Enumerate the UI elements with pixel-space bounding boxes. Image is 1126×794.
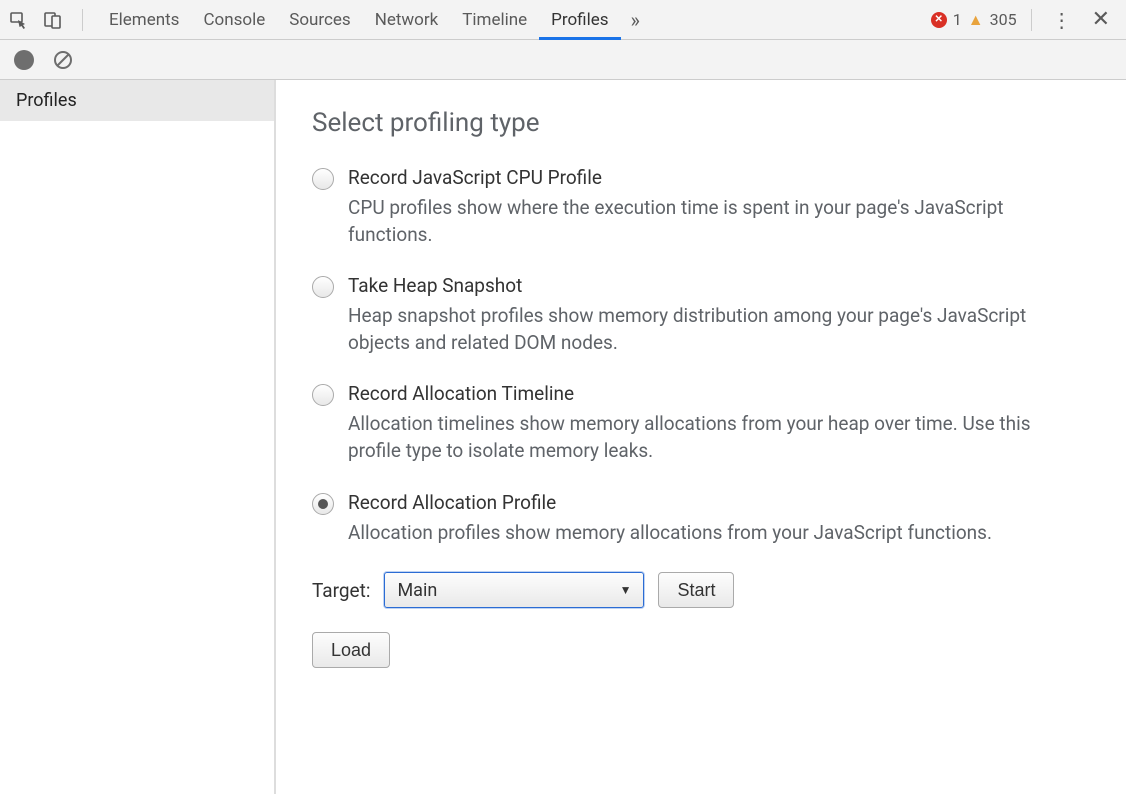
warning-count[interactable]: 305 [990, 10, 1017, 29]
tab-sources[interactable]: Sources [277, 0, 362, 39]
sidebar-item-profiles[interactable]: Profiles [0, 80, 274, 121]
tab-bar-right: ✕ 1 ▲ 305 ⋮ ✕ [931, 7, 1118, 32]
profiling-option-allocation-timeline[interactable]: Record Allocation Timeline Allocation ti… [312, 382, 1090, 464]
divider [82, 9, 83, 31]
clear-button-icon[interactable] [52, 49, 74, 71]
option-body: Record Allocation Timeline Allocation ti… [348, 382, 1090, 464]
warning-icon[interactable]: ▲ [968, 12, 984, 28]
option-body: Take Heap Snapshot Heap snapshot profile… [348, 274, 1090, 356]
content-split: Profiles Select profiling type Record Ja… [0, 80, 1126, 794]
divider [1031, 9, 1032, 31]
tab-elements[interactable]: Elements [97, 0, 191, 39]
radio-button[interactable] [312, 168, 334, 190]
tabs-overflow-icon[interactable]: » [621, 0, 650, 39]
error-icon[interactable]: ✕ [931, 12, 947, 28]
tab-profiles[interactable]: Profiles [539, 0, 620, 39]
profiling-option-allocation-profile[interactable]: Record Allocation Profile Allocation pro… [312, 491, 1090, 547]
option-title: Record Allocation Profile [348, 491, 1090, 514]
radio-button[interactable] [312, 276, 334, 298]
option-description: Allocation profiles show memory allocati… [348, 520, 1068, 547]
tab-console[interactable]: Console [191, 0, 277, 39]
load-button[interactable]: Load [312, 632, 390, 668]
devtools-tab-bar: Elements Console Sources Network Timelin… [0, 0, 1126, 40]
radio-button[interactable] [312, 384, 334, 406]
tabs-container: Elements Console Sources Network Timelin… [97, 0, 650, 39]
option-description: Allocation timelines show memory allocat… [348, 411, 1068, 464]
start-button[interactable]: Start [658, 572, 734, 608]
error-count[interactable]: 1 [953, 10, 962, 29]
option-title: Record Allocation Timeline [348, 382, 1090, 405]
load-row: Load [312, 632, 1090, 668]
option-description: Heap snapshot profiles show memory distr… [348, 303, 1068, 356]
profiles-sidebar: Profiles [0, 80, 276, 794]
target-label: Target: [312, 579, 370, 602]
inspect-element-icon[interactable] [8, 9, 30, 31]
chevron-down-icon: ▼ [620, 583, 632, 597]
record-button[interactable] [14, 50, 34, 70]
option-title: Take Heap Snapshot [348, 274, 1090, 297]
profiling-option-cpu[interactable]: Record JavaScript CPU Profile CPU profil… [312, 166, 1090, 248]
profiling-option-heap-snapshot[interactable]: Take Heap Snapshot Heap snapshot profile… [312, 274, 1090, 356]
tab-timeline[interactable]: Timeline [450, 0, 539, 39]
target-row: Target: Main ▼ Start [312, 572, 1090, 608]
device-toggle-icon[interactable] [42, 9, 64, 31]
radio-button[interactable] [312, 493, 334, 515]
option-body: Record Allocation Profile Allocation pro… [348, 491, 1090, 547]
profiles-main-panel: Select profiling type Record JavaScript … [276, 80, 1126, 794]
option-body: Record JavaScript CPU Profile CPU profil… [348, 166, 1090, 248]
option-description: CPU profiles show where the execution ti… [348, 195, 1068, 248]
profiles-toolbar [0, 40, 1126, 80]
target-select[interactable]: Main ▼ [384, 572, 644, 608]
close-icon[interactable]: ✕ [1084, 7, 1118, 32]
page-title: Select profiling type [312, 108, 1090, 138]
target-select-value: Main [397, 580, 437, 601]
option-title: Record JavaScript CPU Profile [348, 166, 1090, 189]
kebab-menu-icon[interactable]: ⋮ [1046, 8, 1078, 32]
tab-network[interactable]: Network [363, 0, 451, 39]
tab-bar-left [8, 9, 89, 31]
